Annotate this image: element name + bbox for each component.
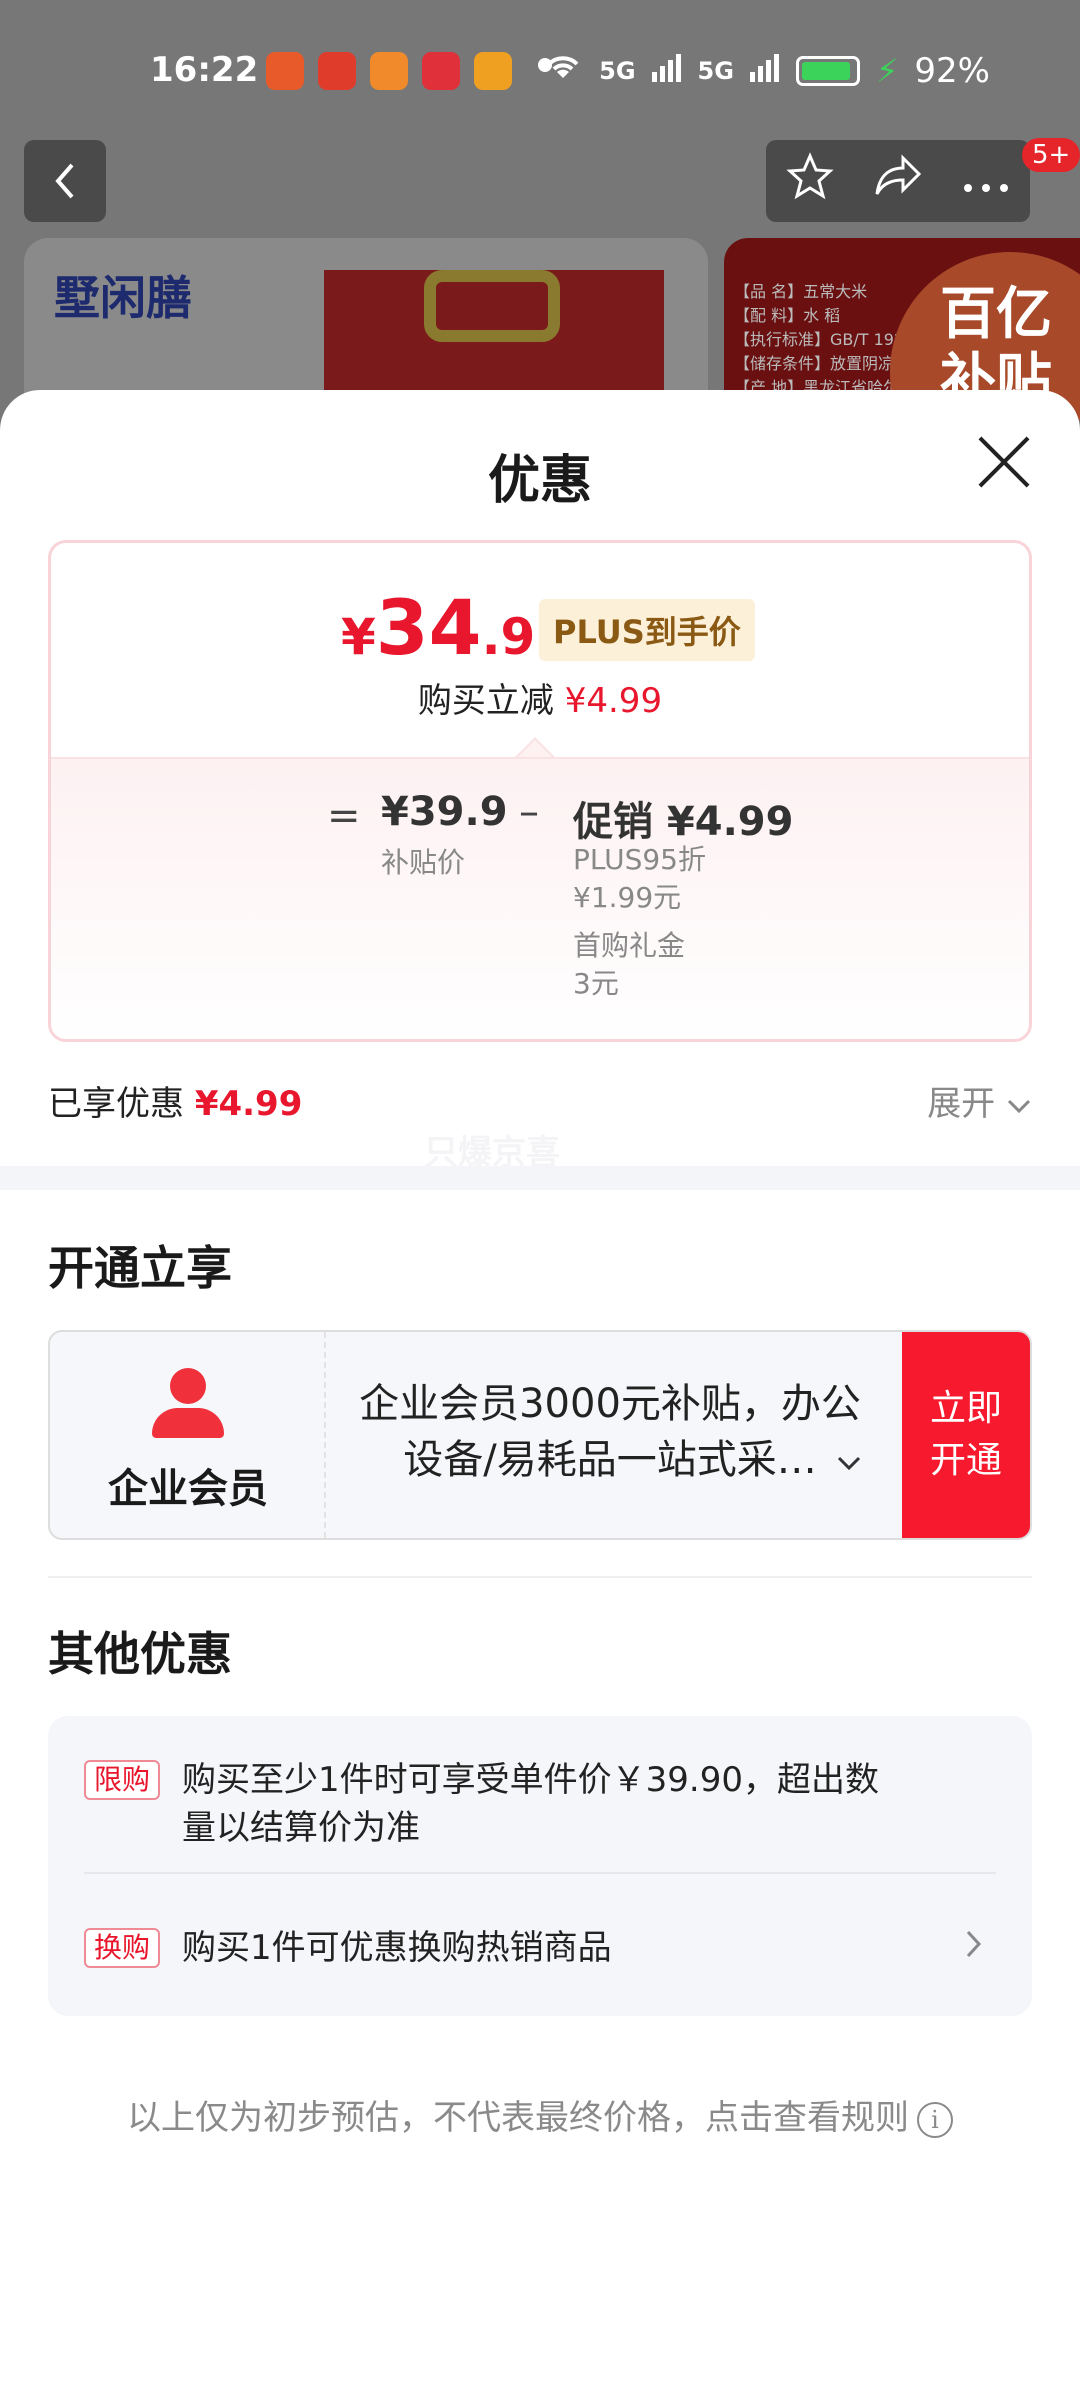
signal-5g-label: 5G <box>697 56 734 85</box>
minus-sign: – <box>519 789 539 835</box>
enterprise-member-card: 企业会员 企业会员3000元补贴，办公设备/易耗品一站式采… 立即 开通 <box>48 1330 1032 1540</box>
sheet-title: 优惠 <box>487 451 592 511</box>
product-bag-handle <box>424 270 560 342</box>
info-icon: i <box>917 2101 953 2138</box>
chevron-down-icon <box>1007 1099 1031 1114</box>
price-integer: 34 <box>375 583 482 672</box>
app-icon <box>474 52 512 90</box>
promo-item-name: 首购礼金 <box>573 929 686 962</box>
price-breakdown: = ¥39.9 补贴价 – 促销 ¥4.99 PLUS95折 ¥1.99元 首购… <box>51 757 1029 1039</box>
charging-icon: ⚡ <box>875 51 899 90</box>
member-name: 企业会员 <box>108 1466 268 1512</box>
member-description[interactable]: 企业会员3000元补贴，办公设备/易耗品一站式采… <box>350 1376 870 1488</box>
wifi-icon <box>543 50 583 91</box>
reduce-label: 购买立减 <box>417 681 554 721</box>
expand-label: 展开 <box>927 1084 996 1124</box>
offer-text: 购买至少1件时可享受单件价￥39.90，超出数量以结算价为准 <box>182 1760 879 1848</box>
member-badge: 企业会员 <box>50 1332 326 1538</box>
app-icon <box>266 52 304 90</box>
section-divider <box>0 1166 1080 1190</box>
more-icon <box>964 184 1009 192</box>
app-icon <box>370 52 408 90</box>
open-membership-button[interactable]: 立即 开通 <box>902 1332 1030 1538</box>
divider <box>48 1576 1032 1578</box>
signal-5g-label: 5G <box>599 56 636 85</box>
promo-item-plus: PLUS95折 ¥1.99元 <box>573 841 706 917</box>
app-icon <box>422 52 460 90</box>
promo-item-name: PLUS95折 <box>573 843 706 876</box>
favorite-button[interactable] <box>786 152 834 210</box>
person-icon-body <box>152 1408 224 1438</box>
battery-percent: 92% <box>914 50 990 91</box>
enjoyed-discount: 已享优惠 ¥4.99 <box>48 1076 302 1125</box>
promo-item-first-purchase: 首购礼金 3元 <box>573 927 685 1003</box>
enjoyed-label: 已享优惠 <box>48 1084 184 1124</box>
back-icon <box>55 163 74 199</box>
back-button[interactable] <box>24 140 106 222</box>
share-button[interactable] <box>873 154 923 208</box>
subsidy-price: ¥39.9 <box>381 789 508 835</box>
other-section-title: 其他优惠 <box>48 1627 232 1681</box>
footer-note-text: 以上仅为初步预估，不代表最终价格，点击查看规则 <box>127 2098 909 2138</box>
expand-button[interactable]: 展开 <box>927 1076 1032 1125</box>
notification-badge: 5+ <box>1022 138 1080 172</box>
price-currency: ¥ <box>341 608 376 666</box>
promo-total: 促销 ¥4.99 <box>573 799 794 845</box>
promo-item-value: 3元 <box>573 967 619 1000</box>
other-offers-list: 限购 购买至少1件时可享受单件价￥39.90，超出数量以结算价为准 换购 购买1… <box>48 1716 1032 2016</box>
share-icon <box>875 154 922 195</box>
chevron-down-icon[interactable] <box>836 1446 862 1479</box>
discount-sheet: 优惠 ¥34.91 PLUS到手价 购买立减 ¥4.99 = ¥39.9 补贴价… <box>0 390 1080 2400</box>
final-price: ¥34.91 <box>341 583 570 672</box>
close-button[interactable] <box>976 434 1032 490</box>
notification-app-icons <box>266 52 512 90</box>
person-icon-head <box>170 1368 206 1404</box>
instant-reduction: 购买立减 ¥4.99 <box>51 673 1029 722</box>
signal-bars-icon <box>651 51 682 91</box>
open-section-title: 开通立享 <box>48 1241 232 1295</box>
offer-text: 购买1件可优惠换购热销商品 <box>182 1928 612 1968</box>
status-right: 5G 5G ⚡ 92% <box>543 50 990 91</box>
offer-tag: 限购 <box>84 1760 161 1800</box>
reduce-amount: ¥4.99 <box>564 681 663 721</box>
star-icon <box>786 152 834 200</box>
promo-item-value: ¥1.99元 <box>573 881 682 914</box>
price-summary-card: ¥34.91 PLUS到手价 购买立减 ¥4.99 = ¥39.9 补贴价 – … <box>48 540 1032 1042</box>
equals-sign: = <box>327 793 361 839</box>
app-icon <box>318 52 356 90</box>
signal-bars-icon <box>749 51 780 91</box>
top-action-bar <box>766 140 1030 222</box>
battery-icon <box>795 55 860 86</box>
battery-level <box>801 61 850 80</box>
more-button[interactable] <box>962 158 1010 204</box>
status-time: 16:22 <box>150 50 259 90</box>
rules-link[interactable]: 以上仅为初步预估，不代表最终价格，点击查看规则 i <box>0 2090 1080 2139</box>
chevron-right-icon <box>964 1928 982 1968</box>
enjoyed-amount: ¥4.99 <box>194 1084 303 1124</box>
offer-divider <box>84 1872 996 1874</box>
status-bar: 16:22 5G 5G ⚡ 92% <box>0 0 1080 140</box>
person-icon <box>152 1368 224 1440</box>
plus-price-tag: PLUS到手价 <box>539 599 755 661</box>
offer-tag: 换购 <box>84 1928 161 1968</box>
subsidy-price-label: 补贴价 <box>381 846 466 879</box>
brand-logo: 墅闲膳 <box>54 271 192 325</box>
